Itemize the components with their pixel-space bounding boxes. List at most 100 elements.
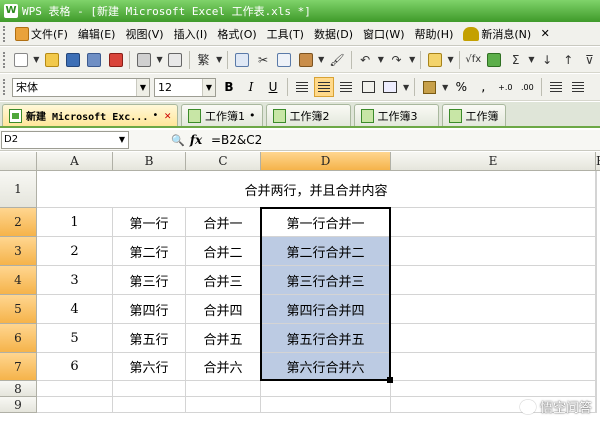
decrease-decimal-icon[interactable]: .00: [517, 77, 537, 97]
function-wizard-icon[interactable]: fx: [187, 133, 205, 147]
sum-icon[interactable]: Σ: [506, 50, 525, 70]
traditional-simplified-icon[interactable]: 繁: [194, 50, 213, 70]
cell-E2[interactable]: [391, 208, 596, 237]
cell-C6[interactable]: 合并五: [186, 324, 261, 353]
cell-C9[interactable]: [186, 397, 261, 413]
merge-dropdown-icon[interactable]: ▼: [403, 83, 409, 92]
menu-format[interactable]: 格式(O): [212, 24, 261, 44]
cell-D8[interactable]: [261, 381, 391, 397]
new-dropdown-icon[interactable]: ▼: [33, 55, 39, 64]
cell-B6[interactable]: 第五行: [113, 324, 186, 353]
underline-button[interactable]: U: [263, 77, 283, 97]
cell-A8[interactable]: [37, 381, 113, 397]
tab-workbook3[interactable]: 工作簿3: [353, 104, 439, 126]
column-header-a[interactable]: A: [37, 152, 113, 171]
increase-indent-icon[interactable]: [568, 77, 588, 97]
cell-A5[interactable]: 4: [37, 295, 113, 324]
row-header-4[interactable]: 4: [0, 266, 37, 295]
cell-B7[interactable]: 第六行: [113, 353, 186, 381]
cell-A2[interactable]: 1: [37, 208, 113, 237]
cell-B4[interactable]: 第三行: [113, 266, 186, 295]
cell-B2[interactable]: 第一行: [113, 208, 186, 237]
cell-F7[interactable]: [596, 353, 597, 381]
copy-icon[interactable]: [232, 50, 251, 70]
cell-D5[interactable]: 第四行合并四: [261, 295, 391, 324]
menu-view[interactable]: 视图(V): [120, 24, 168, 44]
comma-style-button[interactable]: ,: [473, 77, 493, 97]
select-all-corner[interactable]: [0, 152, 37, 171]
row-header-3[interactable]: 3: [0, 237, 37, 266]
cell-F3[interactable]: [596, 237, 597, 266]
menu-window[interactable]: 窗口(W): [358, 24, 409, 44]
align-right-button[interactable]: [336, 77, 356, 97]
column-header-e[interactable]: E: [391, 152, 596, 171]
filter-icon[interactable]: ⊽: [580, 50, 599, 70]
insert-rows-icon[interactable]: [425, 50, 444, 70]
column-header-b[interactable]: B: [113, 152, 186, 171]
font-size-select[interactable]: 12 ▼: [154, 77, 216, 97]
cell-A3[interactable]: 2: [37, 237, 113, 266]
cell-C4[interactable]: 合并三: [186, 266, 261, 295]
cell-C5[interactable]: 合并四: [186, 295, 261, 324]
bold-button[interactable]: B: [219, 77, 239, 97]
menu-data[interactable]: 数据(D): [309, 24, 358, 44]
cell-D3[interactable]: 第二行合并二: [261, 237, 391, 266]
print-icon[interactable]: [134, 50, 153, 70]
align-center-button[interactable]: [314, 77, 334, 97]
decrease-indent-icon[interactable]: [546, 77, 566, 97]
cell-D6[interactable]: 第五行合并五: [261, 324, 391, 353]
redo-dropdown-icon[interactable]: ▼: [409, 55, 415, 64]
merged-title-cell[interactable]: 合并两行，并且合并内容: [37, 171, 596, 208]
cell-E7[interactable]: [391, 353, 596, 381]
menu-edit[interactable]: 编辑(E): [73, 24, 121, 44]
menu-file[interactable]: 文件(F): [10, 24, 73, 44]
zoom-icon[interactable]: 🔍: [169, 134, 187, 147]
cell-E5[interactable]: [391, 295, 596, 324]
cell-C8[interactable]: [186, 381, 261, 397]
cell-D7[interactable]: 第六行合并六: [261, 353, 391, 381]
cell-F1[interactable]: [596, 171, 597, 208]
menu-tools[interactable]: 工具(T): [262, 24, 309, 44]
wrap-text-button[interactable]: [358, 77, 378, 97]
merge-center-button[interactable]: [380, 77, 400, 97]
font-name-dropdown-icon[interactable]: ▼: [136, 78, 149, 96]
paste-icon[interactable]: [296, 50, 315, 70]
tab-workbook2[interactable]: 工作簿2: [265, 104, 351, 126]
paste-dropdown-icon[interactable]: ▼: [318, 55, 324, 64]
align-left-button[interactable]: [292, 77, 312, 97]
menu-insert[interactable]: 插入(I): [169, 24, 213, 44]
fill-handle[interactable]: [387, 377, 393, 383]
tab-workbook4[interactable]: 工作簿: [441, 104, 506, 126]
undo-icon[interactable]: ↶: [356, 50, 375, 70]
row-header-7[interactable]: 7: [0, 353, 37, 381]
cell-F4[interactable]: [596, 266, 597, 295]
row-header-1[interactable]: 1: [0, 171, 37, 208]
cell-F6[interactable]: [596, 324, 597, 353]
cell-C2[interactable]: 合并一: [186, 208, 261, 237]
convert-dropdown-icon[interactable]: ▼: [216, 55, 222, 64]
save-icon[interactable]: [64, 50, 83, 70]
print-preview-icon[interactable]: [166, 50, 185, 70]
font-name-select[interactable]: 宋体 ▼: [12, 77, 150, 97]
name-box[interactable]: D2 ▼: [1, 131, 129, 149]
menu-help[interactable]: 帮助(H): [410, 24, 459, 44]
column-header-c[interactable]: C: [186, 152, 261, 171]
column-header-d[interactable]: D: [261, 152, 391, 171]
cell-A4[interactable]: 3: [37, 266, 113, 295]
cell-A9[interactable]: [37, 397, 113, 413]
cell-C7[interactable]: 合并六: [186, 353, 261, 381]
format-painter-icon[interactable]: 🖌: [327, 50, 346, 70]
font-size-dropdown-icon[interactable]: ▼: [202, 78, 215, 96]
menu-close-icon[interactable]: ✕: [538, 27, 552, 41]
cell-B9[interactable]: [113, 397, 186, 413]
cell-F5[interactable]: [596, 295, 597, 324]
cell-A6[interactable]: 5: [37, 324, 113, 353]
percent-button[interactable]: %: [451, 77, 471, 97]
new-document-icon[interactable]: [11, 50, 30, 70]
open-folder-icon[interactable]: [42, 50, 61, 70]
column-header-f[interactable]: F: [596, 152, 600, 171]
row-header-6[interactable]: 6: [0, 324, 37, 353]
row-header-5[interactable]: 5: [0, 295, 37, 324]
cell-F8[interactable]: [596, 381, 597, 397]
currency-format-icon[interactable]: [419, 77, 439, 97]
